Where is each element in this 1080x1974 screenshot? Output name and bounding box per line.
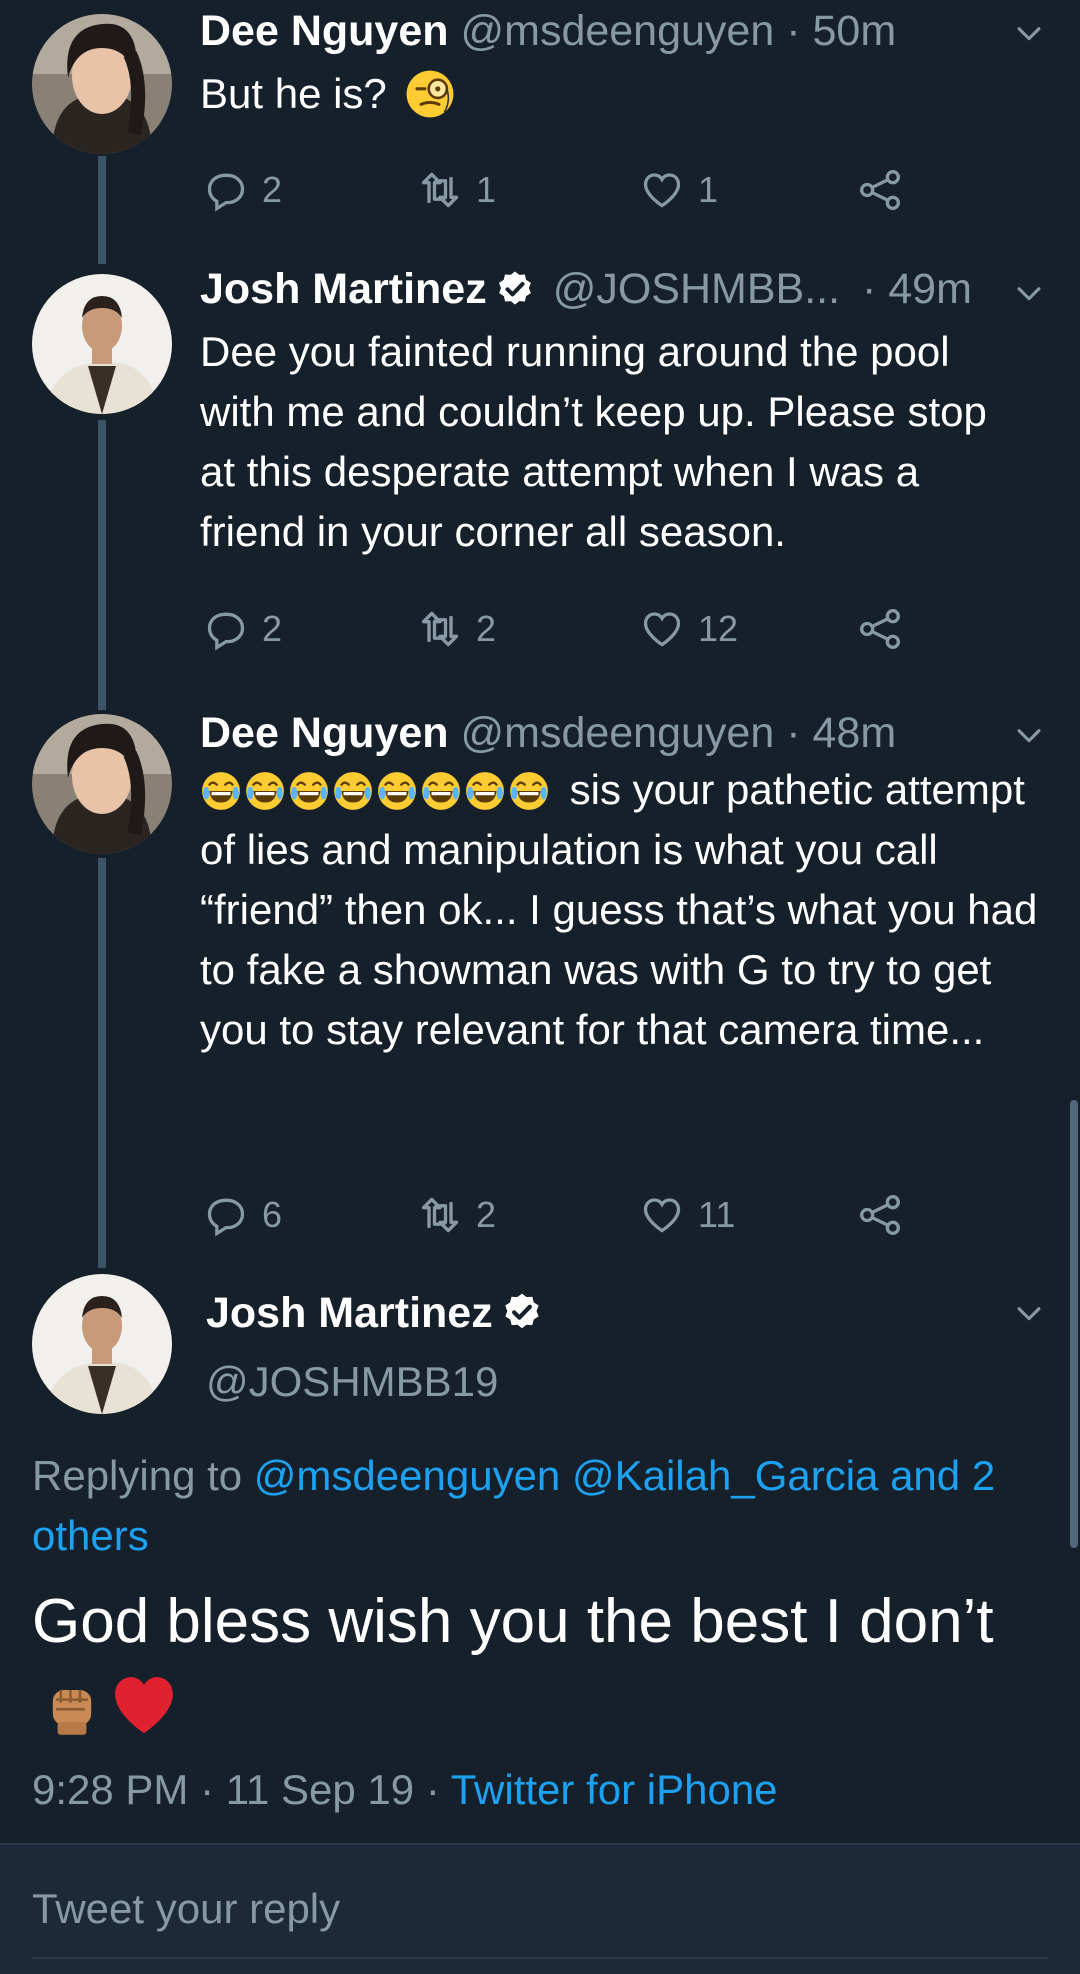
tears-of-joy-emoji-icon: [420, 770, 462, 812]
main-tweet-text-content: God bless wish you the best I don’t: [32, 1587, 994, 1656]
tweet-text: Dee you fainted running around the pool …: [200, 328, 987, 555]
share-icon: [858, 1193, 902, 1237]
share-icon: [858, 168, 902, 212]
chevron-down-icon[interactable]: [1012, 276, 1046, 310]
user-handle[interactable]: @msdeenguyen: [460, 7, 774, 55]
share-button[interactable]: [858, 165, 916, 215]
tweet-meta: 9:28 PM · 11 Sep 19 · Twitter for iPhone: [32, 1760, 778, 1820]
tweet-source-link[interactable]: Twitter for iPhone: [451, 1766, 778, 1813]
retweet-count: 1: [476, 169, 497, 210]
display-name[interactable]: Josh Martinez: [200, 265, 487, 313]
main-tweet-text: God bless wish you the best I don’t: [32, 1580, 1052, 1748]
display-name[interactable]: Dee Nguyen: [200, 709, 449, 757]
reply-count: 2: [262, 169, 283, 210]
tweet-timestamp[interactable]: 9:28 PM: [32, 1766, 188, 1813]
verified-badge-icon: [495, 269, 535, 309]
thread-tweet-2[interactable]: Josh Martinez @JOSHMBB... · 49m Dee you …: [0, 250, 1080, 690]
thread-tweet-3[interactable]: Dee Nguyen @msdeenguyen · 48m sis your p…: [0, 700, 1080, 1260]
heart-icon: [640, 168, 684, 212]
tweet-header: Dee Nguyen @msdeenguyen · 48m: [200, 708, 896, 758]
tweet-header: Josh Martinez @JOSHMBB... · 49m: [200, 264, 972, 314]
reply-input-underline: [32, 1957, 1048, 1959]
reply-button[interactable]: 2: [204, 604, 282, 654]
face-with-monocle-emoji-icon: [404, 68, 456, 120]
tears-of-joy-emoji-icon: [200, 770, 242, 812]
chevron-down-icon[interactable]: [1012, 1296, 1046, 1330]
like-count: 12: [698, 608, 739, 649]
reply-button[interactable]: 6: [204, 1190, 282, 1240]
raised-fist-emoji-icon: [40, 1674, 104, 1738]
tweet-time: · 49m: [862, 265, 972, 313]
main-tweet-author: Josh Martinez: [206, 1287, 549, 1339]
tears-of-joy-emoji-icon: [464, 770, 506, 812]
chevron-down-icon[interactable]: [1012, 718, 1046, 752]
chevron-down-icon[interactable]: [1012, 16, 1046, 50]
like-button[interactable]: 12: [640, 604, 738, 654]
laugh-emoji-row: [200, 766, 552, 813]
retweet-icon: [418, 1193, 462, 1237]
retweet-button[interactable]: 1: [418, 165, 496, 215]
reply-input[interactable]: Tweet your reply: [32, 1885, 340, 1933]
reply-count: 2: [262, 608, 283, 649]
verified-badge-icon: [501, 1291, 543, 1333]
share-button[interactable]: [858, 604, 916, 654]
heart-icon: [640, 607, 684, 651]
tweet-time: · 50m: [786, 7, 897, 55]
reply-count: 6: [262, 1194, 283, 1235]
share-button[interactable]: [858, 1190, 916, 1240]
like-count: 1: [698, 169, 719, 210]
scrollbar-thumb[interactable]: [1070, 1100, 1078, 1548]
tears-of-joy-emoji-icon: [376, 770, 418, 812]
user-handle[interactable]: @JOSHMBB...: [553, 265, 840, 313]
tweet-text: sis your pathetic attempt of lies and ma…: [200, 760, 1060, 1060]
retweet-icon: [418, 168, 462, 212]
meta-separator: ·: [425, 1766, 451, 1813]
thread-tweet-1[interactable]: Dee Nguyen @msdeenguyen · 50m But he is?…: [0, 0, 1080, 250]
like-count: 11: [698, 1194, 736, 1235]
retweet-button[interactable]: 2: [418, 604, 496, 654]
replying-to: Replying to @msdeenguyen @Kailah_Garcia …: [32, 1446, 1052, 1566]
user-handle[interactable]: @JOSHMBB19: [206, 1356, 498, 1408]
reply-icon: [204, 1193, 248, 1237]
tears-of-joy-emoji-icon: [508, 770, 550, 812]
reply-icon: [204, 607, 248, 651]
tears-of-joy-emoji-icon: [332, 770, 374, 812]
tears-of-joy-emoji-icon: [288, 770, 330, 812]
tweet-text-content: But he is?: [200, 70, 387, 117]
retweet-count: 2: [476, 1194, 497, 1235]
retweet-button[interactable]: 2: [418, 1190, 496, 1240]
tweet-actions: 6 2 11: [200, 1190, 920, 1240]
tweet-actions: 2 2 12: [200, 604, 920, 654]
tweet-text: But he is?: [200, 64, 1060, 124]
avatar-josh-martinez[interactable]: [32, 1274, 172, 1414]
avatar-dee-nguyen[interactable]: [32, 714, 172, 854]
tweet-actions: 2 1 1: [200, 165, 920, 215]
tweet-time: · 48m: [786, 709, 897, 757]
replying-to-label: Replying to: [32, 1452, 243, 1499]
display-name[interactable]: Dee Nguyen: [200, 7, 449, 55]
tears-of-joy-emoji-icon: [244, 770, 286, 812]
reply-bar: Tweet your reply: [0, 1843, 1080, 1974]
tweet-header: Dee Nguyen @msdeenguyen · 50m: [200, 6, 896, 56]
meta-separator: ·: [200, 1766, 226, 1813]
avatar-dee-nguyen[interactable]: [32, 14, 172, 154]
like-button[interactable]: 1: [640, 165, 718, 215]
display-name[interactable]: Josh Martinez: [206, 1289, 493, 1337]
tweet-date[interactable]: 11 Sep 19: [226, 1766, 414, 1813]
red-heart-emoji-icon: [110, 1672, 178, 1740]
share-icon: [858, 607, 902, 651]
retweet-icon: [418, 607, 462, 651]
reply-icon: [204, 168, 248, 212]
user-handle[interactable]: @msdeenguyen: [460, 709, 774, 757]
reply-button[interactable]: 2: [204, 165, 282, 215]
heart-icon: [640, 1193, 684, 1237]
retweet-count: 2: [476, 608, 497, 649]
avatar-josh-martinez[interactable]: [32, 274, 172, 414]
like-button[interactable]: 11: [640, 1190, 735, 1240]
